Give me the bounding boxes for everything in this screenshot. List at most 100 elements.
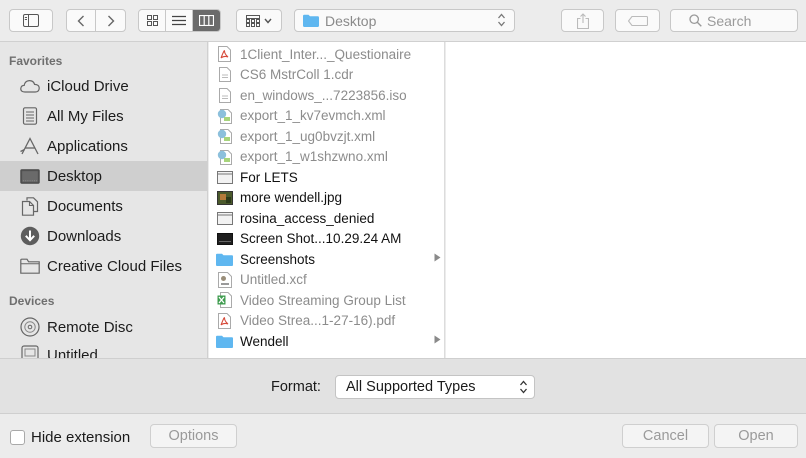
list-item[interactable]: Screenshots <box>209 249 444 270</box>
sidebar-item-label: Downloads <box>47 227 122 245</box>
downloads-icon <box>19 225 41 247</box>
cloud-icon <box>19 75 41 97</box>
share-button[interactable] <box>561 9 604 32</box>
disc-icon <box>19 316 41 338</box>
list-item[interactable]: export_1_kv7evmch.xml <box>209 106 444 127</box>
spreadsheet-icon <box>216 292 233 309</box>
format-select[interactable]: All Supported Types <box>335 375 535 399</box>
sidebar-item-untitled[interactable]: Untitled <box>0 340 207 358</box>
sidebar-item-label: Remote Disc <box>47 318 133 336</box>
list-item[interactable]: export_1_ug0bvzjt.xml <box>209 126 444 147</box>
disclosure-arrow-icon <box>434 253 441 262</box>
preview-pane <box>446 42 806 358</box>
view-mode-control <box>138 9 221 32</box>
sidebar-item-downloads[interactable]: Downloads <box>0 221 207 251</box>
file-name: Video Strea...1-27-16).pdf <box>240 313 396 329</box>
list-item[interactable]: Untitled.xcf <box>209 270 444 291</box>
search-input[interactable]: Search <box>670 9 798 32</box>
folder-icon <box>216 333 233 350</box>
file-name: export_1_kv7evmch.xml <box>240 108 386 124</box>
document-icon <box>216 66 233 83</box>
list-item[interactable]: rosina_access_denied <box>209 208 444 229</box>
list-item[interactable]: Video Strea...1-27-16).pdf <box>209 311 444 332</box>
list-item[interactable]: For LETS <box>209 167 444 188</box>
back-button[interactable] <box>67 10 96 31</box>
file-name: rosina_access_denied <box>240 210 375 226</box>
pdf-icon <box>216 46 233 63</box>
favorites-header: Favorites <box>9 54 63 68</box>
sidebar-item-label: All My Files <box>47 107 124 125</box>
sidebar-toggle-button[interactable] <box>9 9 53 32</box>
hide-extension-label[interactable]: Hide extension <box>31 429 130 446</box>
list-item[interactable]: Wendell <box>209 331 444 352</box>
cancel-button[interactable]: Cancel <box>622 424 709 448</box>
list-item[interactable]: export_1_w1shzwno.xml <box>209 147 444 168</box>
share-icon <box>576 12 589 29</box>
list-item[interactable]: more wendell.jpg <box>209 188 444 209</box>
sidebar-item-applications[interactable]: Applications <box>0 131 207 161</box>
sidebar-item-label: iCloud Drive <box>47 77 129 95</box>
list-view-button[interactable] <box>166 10 193 31</box>
sidebar-item-remote-disc[interactable]: Remote Disc <box>0 312 207 342</box>
columns-icon <box>199 15 214 26</box>
sidebar-item-creative-cloud-files[interactable]: Creative Cloud Files <box>0 251 207 281</box>
devices-header: Devices <box>9 294 55 308</box>
file-name: more wendell.jpg <box>240 190 343 206</box>
column-view-button[interactable] <box>193 10 220 31</box>
forward-button[interactable] <box>96 10 125 31</box>
file-name: Wendell <box>240 333 289 349</box>
hide-extension-checkbox[interactable] <box>10 430 25 445</box>
list-item[interactable]: CS6 MstrColl 1.cdr <box>209 65 444 86</box>
location-popup[interactable]: Desktop <box>294 9 515 32</box>
sidebar-item-label: Applications <box>47 137 128 155</box>
sidebar-item-icloud-drive[interactable]: iCloud Drive <box>0 71 207 101</box>
options-button[interactable]: Options <box>150 424 237 448</box>
chevron-left-icon <box>77 15 84 26</box>
icon-view-button[interactable] <box>139 10 166 31</box>
up-down-arrows-icon <box>498 13 505 27</box>
file-name: For LETS <box>240 169 298 185</box>
tags-button[interactable] <box>615 9 660 32</box>
file-name: Screen Shot...10.29.24 AM <box>240 231 402 247</box>
folder-icon <box>303 14 319 27</box>
xml-icon <box>216 128 233 145</box>
disclosure-arrow-icon <box>434 335 441 344</box>
file-name: export_1_w1shzwno.xml <box>240 149 388 165</box>
open-button[interactable]: Open <box>714 424 798 448</box>
list-item[interactable]: Screen Shot...10.29.24 AM <box>209 229 444 250</box>
file-list: 1Client_Inter..._Questionaire CS6 MstrCo… <box>209 42 445 358</box>
sidebar-item-label: Creative Cloud Files <box>47 257 183 275</box>
drive-icon <box>19 344 41 358</box>
window-icon <box>216 169 233 186</box>
search-placeholder: Search <box>707 12 752 29</box>
options-label: Options <box>168 428 219 444</box>
sidebar-item-desktop[interactable]: Desktop <box>0 161 207 191</box>
document-icon <box>216 87 233 104</box>
sidebar-item-documents[interactable]: Documents <box>0 191 207 221</box>
folder-icon <box>19 255 41 277</box>
arrange-grid-icon <box>246 14 260 27</box>
sidebar-item-all-my-files[interactable]: All My Files <box>0 101 207 131</box>
bottom-bar: Hide extension Options Cancel Open <box>0 414 806 458</box>
up-down-arrows-icon <box>520 380 527 394</box>
sidebar-icon <box>23 14 39 27</box>
cancel-label: Cancel <box>642 428 689 444</box>
open-label: Open <box>738 428 774 444</box>
arrange-button[interactable] <box>236 9 282 32</box>
xcf-icon <box>216 271 233 288</box>
search-icon <box>689 14 702 27</box>
chevron-down-icon <box>264 18 272 24</box>
applications-icon <box>19 135 41 157</box>
format-selected-value: All Supported Types <box>346 379 476 395</box>
list-item[interactable]: 1Client_Inter..._Questionaire <box>209 44 444 65</box>
window-icon <box>216 210 233 227</box>
documents-icon <box>19 195 41 217</box>
file-name: CS6 MstrColl 1.cdr <box>240 67 354 83</box>
format-label: Format: <box>271 379 321 395</box>
back-forward-control <box>66 9 126 32</box>
list-item[interactable]: en_windows_...7223856.iso <box>209 85 444 106</box>
list-item[interactable]: Video Streaming Group List <box>209 290 444 311</box>
desktop-icon <box>19 165 41 187</box>
tag-icon <box>627 15 648 26</box>
file-name: en_windows_...7223856.iso <box>240 87 407 103</box>
